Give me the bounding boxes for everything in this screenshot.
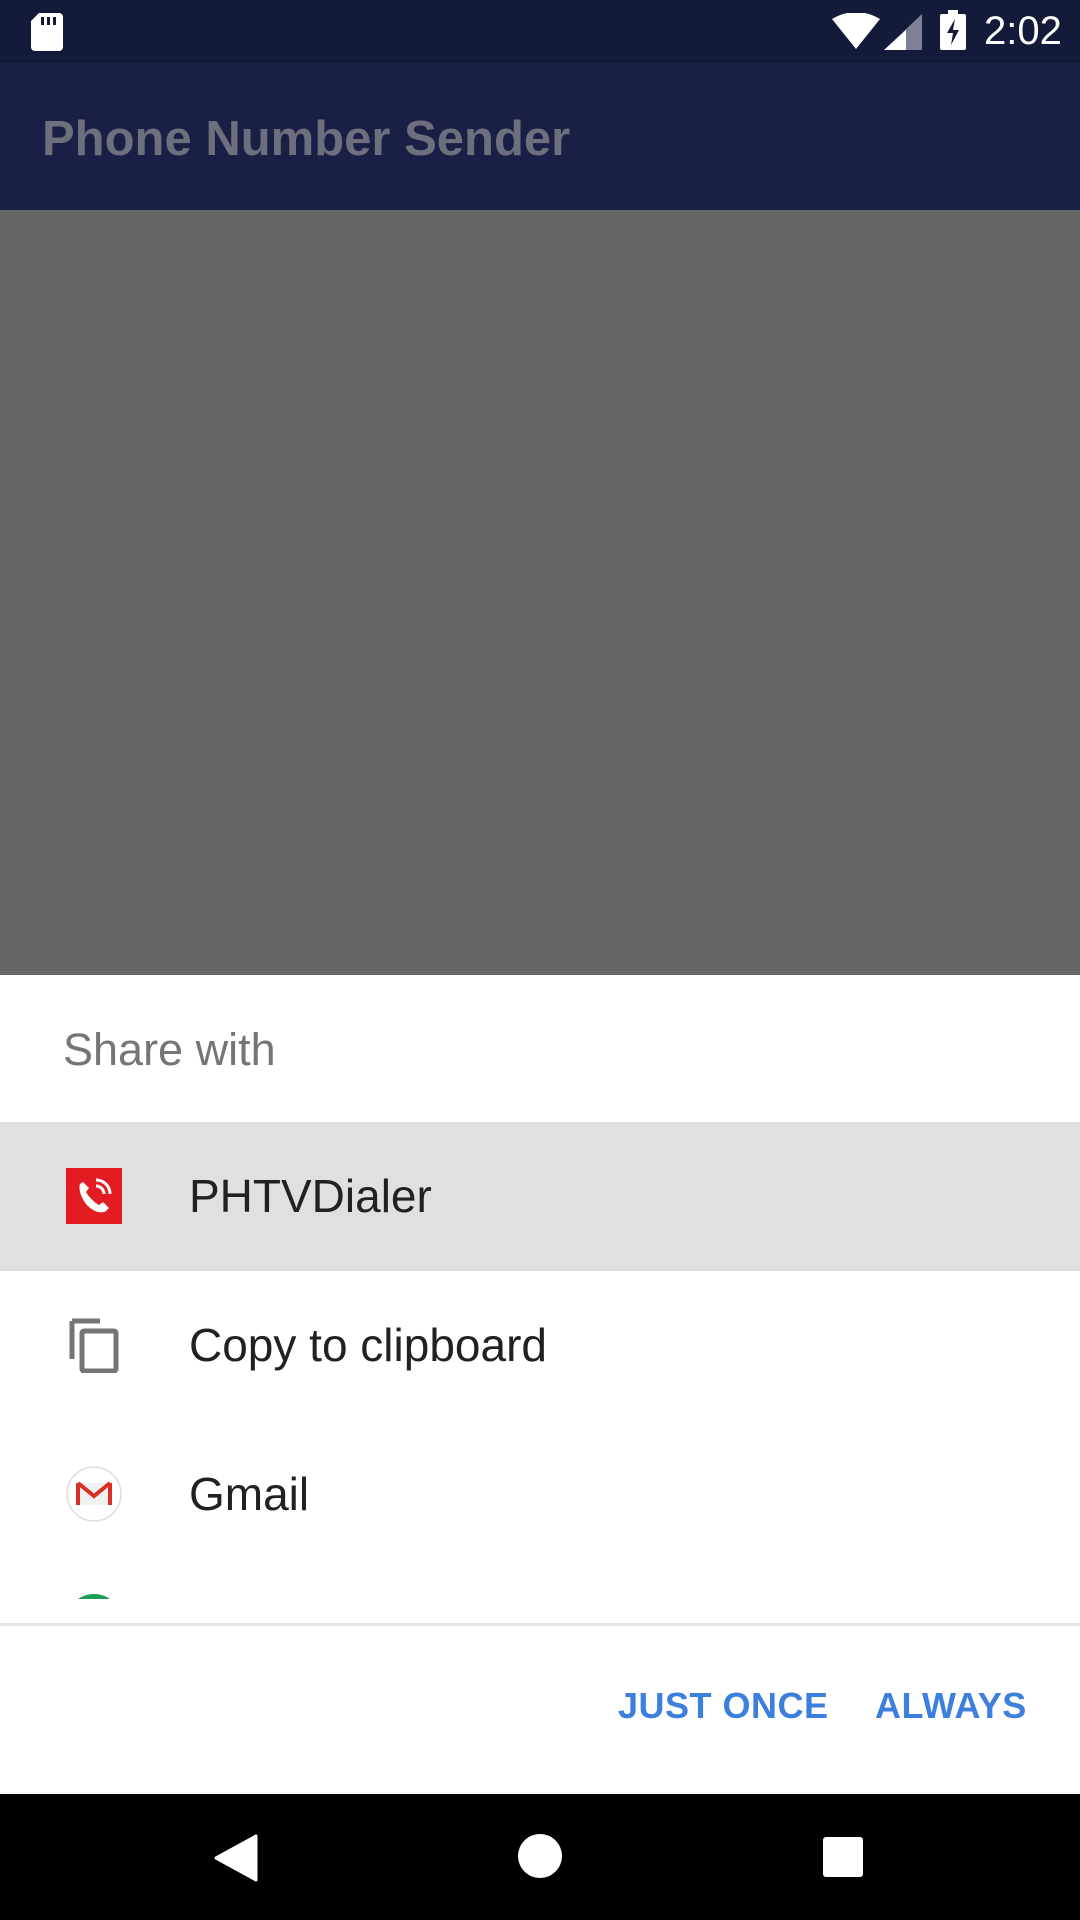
share-sheet: Share with PHTVDialer Copy to clipboard: [0, 975, 1080, 1794]
wifi-icon: [832, 13, 880, 49]
copy-icon: [69, 1318, 119, 1373]
share-item-label: Gmail: [189, 1468, 310, 1520]
always-button[interactable]: ALWAYS: [875, 1685, 1027, 1727]
dim-scrim[interactable]: [0, 210, 1080, 975]
app-title: Phone Number Sender: [42, 112, 571, 166]
share-item-copy-to-clipboard[interactable]: Copy to clipboard: [0, 1271, 1080, 1420]
screen: 2:02 Phone Number Sender Share with PHTV…: [0, 0, 1080, 1920]
navigation-bar: [0, 1794, 1080, 1920]
share-item-phtvdialer[interactable]: PHTVDialer: [0, 1122, 1080, 1271]
share-item-label: PHTVDialer: [189, 1170, 432, 1222]
partial-app-icon: [66, 1594, 122, 1599]
home-icon[interactable]: [517, 1833, 563, 1879]
cell-signal-icon: [884, 14, 922, 50]
sd-card-icon: [31, 13, 63, 51]
share-item-label: Copy to clipboard: [189, 1319, 547, 1371]
battery-charging-icon: [940, 10, 966, 50]
gmail-icon: [66, 1466, 122, 1522]
divider: [0, 1623, 1080, 1626]
share-sheet-title: Share with: [63, 1024, 276, 1075]
status-time: 2:02: [984, 9, 1062, 53]
share-item-gmail[interactable]: Gmail: [0, 1420, 1080, 1569]
app-bar: Phone Number Sender: [0, 63, 1080, 210]
back-icon[interactable]: [214, 1834, 258, 1882]
phtvdialer-app-icon: [66, 1168, 122, 1224]
recents-icon[interactable]: [823, 1837, 863, 1877]
status-bar: 2:02: [0, 0, 1080, 63]
just-once-button[interactable]: JUST ONCE: [618, 1685, 829, 1727]
share-target-list[interactable]: PHTVDialer Copy to clipboard Gmail: [0, 1122, 1080, 1599]
